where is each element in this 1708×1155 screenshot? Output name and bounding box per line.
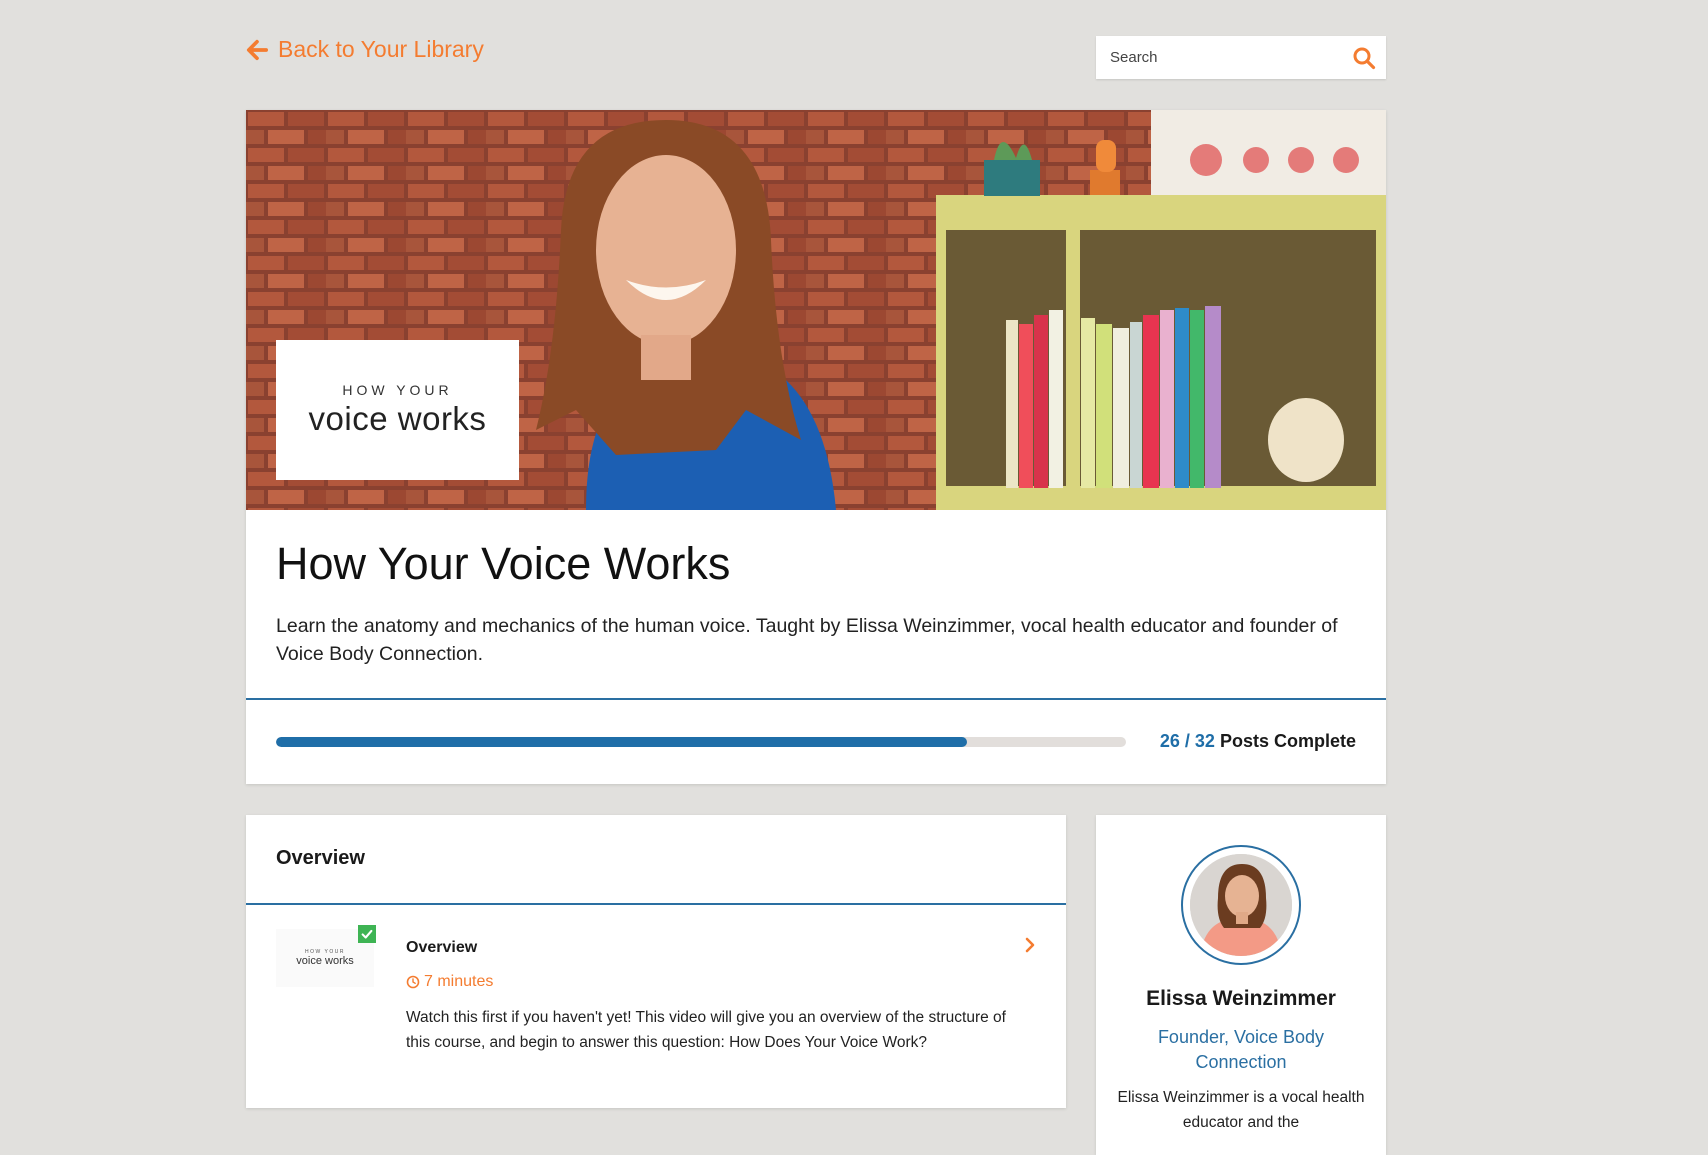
course-logo-big-text: voice works (308, 400, 487, 437)
course-progress-fill (276, 737, 967, 747)
author-photo (1190, 854, 1292, 956)
back-link-label: Back to Your Library (278, 36, 484, 62)
author-card: Elissa Weinzimmer Founder, Voice Body Co… (1096, 815, 1386, 1155)
search-button[interactable] (1342, 36, 1386, 79)
post-duration-text: 7 minutes (424, 973, 494, 990)
progress-counter: 26 / 32 Posts Complete (1160, 731, 1356, 752)
post-item-overview[interactable]: HOW YOUR voice works Overview 7 minutes … (246, 905, 1066, 1105)
course-logo: HOW YOUR voice works (276, 340, 519, 480)
author-avatar-ring (1181, 845, 1301, 965)
course-logo-small-text: HOW YOUR (342, 382, 453, 398)
avatar (1190, 854, 1292, 956)
author-role: Founder, Voice Body Connection (1157, 1027, 1325, 1072)
divider (246, 698, 1386, 700)
module-card: Overview HOW YOUR voice works Overview 7… (246, 815, 1066, 1108)
module-title: Overview (276, 847, 365, 869)
course-progress-bar (276, 737, 1126, 747)
back-to-library-link[interactable]: Back to Your Library (246, 36, 484, 63)
search-icon (1353, 47, 1376, 69)
course-title: How Your Voice Works (276, 538, 731, 589)
post-description: Watch this first if you haven't yet! Thi… (406, 1009, 1006, 1051)
post-duration: 7 minutes (406, 973, 493, 991)
search-box (1096, 36, 1386, 79)
arrow-left-icon (246, 39, 268, 60)
search-input[interactable] (1096, 36, 1342, 79)
progress-total-count: 32 (1194, 731, 1215, 751)
clock-icon (406, 975, 420, 989)
chevron-right-icon[interactable] (1024, 937, 1036, 953)
progress-completed-count: 26 (1159, 731, 1180, 751)
author-name: Elissa Weinzimmer (1146, 987, 1336, 1010)
post-thumbnail-big-text: voice works (296, 955, 354, 967)
progress-label: Posts Complete (1219, 731, 1356, 751)
completed-check-icon (358, 925, 376, 943)
progress-separator: / (1184, 731, 1190, 751)
author-bio: Elissa Weinzimmer is a vocal health educ… (1117, 1089, 1365, 1131)
post-title: Overview (406, 939, 478, 956)
course-header-card: HOW YOUR voice works How Your Voice Work… (246, 110, 1386, 784)
course-description: Learn the anatomy and mechanics of the h… (276, 615, 1338, 665)
course-hero-image: HOW YOUR voice works (246, 110, 1386, 510)
